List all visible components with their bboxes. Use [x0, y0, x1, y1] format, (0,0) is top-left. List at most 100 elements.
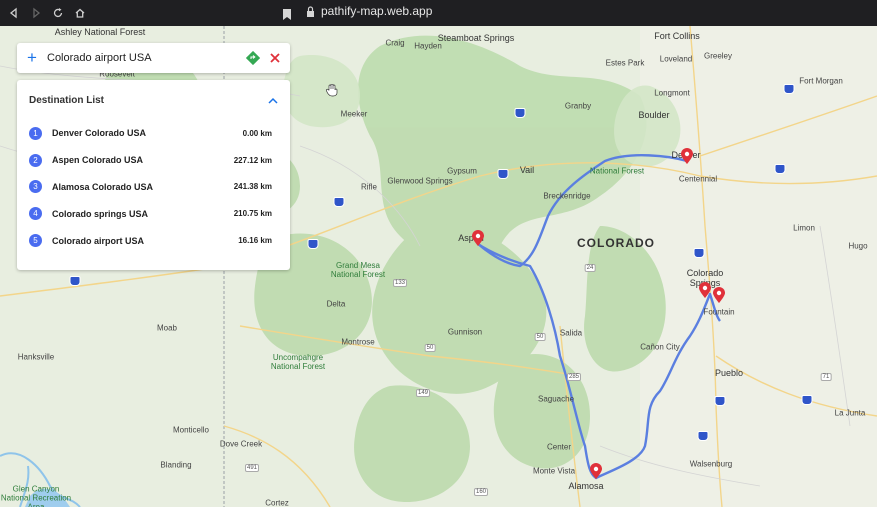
destination-name: Aspen Colorado USA [52, 155, 144, 166]
browser-toolbar: pathify-map.web.app [0, 0, 877, 26]
destination-number-badge: 1 [29, 126, 42, 140]
map-pin-denver[interactable] [681, 148, 693, 164]
hand-cursor-icon [326, 84, 338, 97]
interstate-shield [697, 431, 709, 441]
place-label: Uncompahgre National Forest [270, 353, 326, 371]
search-input[interactable] [47, 52, 227, 64]
place-label: Rifle [360, 182, 378, 192]
highway-marker: 24 [584, 264, 596, 272]
destination-distance: 210.75 km [233, 209, 272, 219]
highway-marker: 71 [820, 373, 832, 381]
place-label: Blanding [160, 460, 192, 470]
place-label: Loveland [659, 54, 693, 64]
map-pin-alamosa[interactable] [590, 463, 602, 479]
highway-marker: 491 [244, 464, 260, 472]
place-label: Granby [564, 101, 592, 111]
place-label: Center [546, 442, 572, 452]
place-label: Longmont [654, 88, 690, 98]
destination-distance: 0.00 km [242, 128, 272, 138]
destination-number-badge: 2 [29, 153, 42, 167]
place-label: Monte Vista [532, 466, 576, 476]
place-label: La Junta [834, 408, 866, 418]
interstate-shield [774, 164, 786, 174]
interstate-shield [714, 396, 726, 406]
place-label: Limon [793, 223, 815, 233]
place-label: Hanksville [17, 352, 55, 362]
add-icon[interactable]: + [17, 43, 47, 73]
place-label: Walsenburg [689, 459, 733, 469]
place-label: Steamboat Springs [437, 33, 515, 43]
destination-list-panel: Destination List 1 Denver Colorado USA 0… [17, 80, 290, 270]
place-label: Estes Park [605, 58, 645, 68]
address-bar[interactable]: pathify-map.web.app [306, 4, 432, 18]
destination-name: Colorado airport USA [52, 235, 145, 246]
place-label: National Forest [589, 166, 645, 176]
place-label: Breckenridge [543, 191, 591, 201]
directions-icon[interactable] [246, 51, 260, 65]
search-box: + [17, 43, 290, 73]
place-label: Fort Collins [654, 31, 700, 41]
place-label: Gypsum [447, 166, 477, 176]
highway-marker: 149 [415, 389, 431, 397]
destination-item[interactable]: 2 Aspen Colorado USA 227.12 km [17, 147, 290, 174]
place-label: Ashley National Forest [54, 27, 146, 37]
place-label: Salida [559, 328, 583, 338]
destination-list-title: Destination List [29, 94, 105, 106]
destination-name: Alamosa Colorado USA [52, 181, 154, 192]
place-label: Hugo [848, 241, 868, 251]
url-text: pathify-map.web.app [321, 4, 433, 18]
destination-item[interactable]: 5 Colorado airport USA 16.16 km [17, 227, 290, 254]
place-label: Dove Creek [219, 439, 263, 449]
destination-number-badge: 4 [29, 207, 42, 221]
place-label: Saguache [537, 394, 575, 404]
highway-marker: 133 [392, 279, 408, 287]
place-label: Glen Canyon National Recreation Area [0, 484, 72, 507]
interstate-shield [497, 169, 509, 179]
place-label: Cortez [265, 498, 289, 507]
place-label: Vail [519, 165, 535, 175]
destination-name: Colorado springs USA [52, 208, 149, 219]
place-label: Centennial [678, 174, 718, 184]
destination-item[interactable]: 1 Denver Colorado USA 0.00 km [17, 120, 290, 147]
interstate-shield [783, 84, 795, 94]
place-label: Meeker [340, 109, 368, 119]
back-icon[interactable] [4, 3, 24, 23]
destination-distance: 227.12 km [233, 155, 272, 165]
close-icon[interactable] [268, 51, 282, 65]
destination-number-badge: 3 [29, 180, 42, 194]
highway-marker: 285 [566, 373, 582, 381]
interstate-shield [514, 108, 526, 118]
place-label: Fort Morgan [799, 76, 843, 86]
home-icon[interactable] [70, 3, 90, 23]
place-label: Monticello [172, 425, 210, 435]
bookmark-icon[interactable] [283, 7, 291, 25]
reload-icon[interactable] [48, 3, 68, 23]
place-label: Cañon City [640, 342, 680, 352]
place-label: Boulder [638, 110, 670, 120]
map-pin-colorado-airport[interactable] [713, 287, 725, 303]
destination-distance: 241.38 km [233, 182, 272, 192]
place-label: Alamosa [568, 481, 604, 491]
interstate-shield [333, 197, 345, 207]
destination-list-header[interactable]: Destination List [17, 80, 290, 120]
place-label: Pueblo [714, 368, 744, 378]
interstate-shield [801, 395, 813, 405]
destination-name: Denver Colorado USA [52, 128, 147, 139]
destination-number-badge: 5 [29, 234, 42, 248]
place-label: Craig [385, 38, 405, 48]
place-label: Fountain [703, 307, 735, 317]
highway-marker: 160 [473, 488, 489, 496]
highway-marker: 50 [534, 333, 546, 341]
place-label: Delta [326, 299, 346, 309]
destination-item[interactable]: 4 Colorado springs USA 210.75 km [17, 200, 290, 227]
place-label: Greeley [703, 51, 733, 61]
place-label: Moab [156, 323, 178, 333]
destination-item[interactable]: 3 Alamosa Colorado USA 241.38 km [17, 174, 290, 201]
forward-icon[interactable] [26, 3, 46, 23]
place-label: Montrose [341, 337, 375, 347]
map-pin-aspen[interactable] [472, 230, 484, 246]
chevron-up-icon[interactable] [268, 97, 278, 104]
destination-distance: 16.16 km [238, 236, 272, 246]
place-label: Gunnison [447, 327, 483, 337]
map-pin-colorado-springs[interactable] [699, 282, 711, 298]
